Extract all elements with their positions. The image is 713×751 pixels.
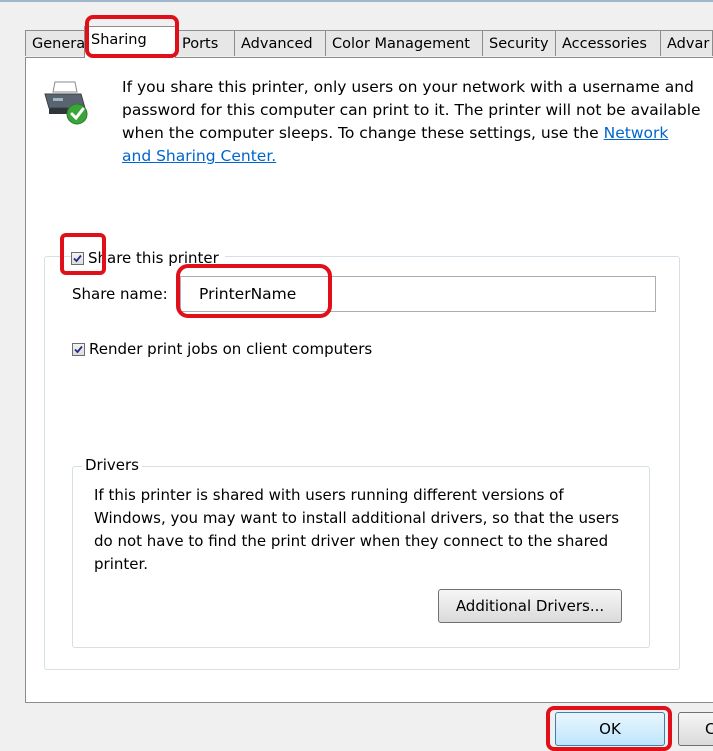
share-name-label: Share name: xyxy=(72,285,168,303)
render-jobs-label: Render print jobs on client computers xyxy=(89,340,373,358)
tab-color-management[interactable]: Color Management xyxy=(325,30,483,56)
sharing-intro-text: If you share this printer, only users on… xyxy=(122,76,702,168)
shared-printer-icon xyxy=(44,81,88,125)
ok-button[interactable]: OK xyxy=(555,712,665,746)
tab-general[interactable]: Genera xyxy=(25,30,85,56)
cancel-button[interactable]: C xyxy=(678,712,713,746)
share-printer-label: Share this printer xyxy=(88,249,219,267)
tab-label: Security xyxy=(489,36,549,52)
tab-accessories[interactable]: Accessories xyxy=(555,30,661,56)
tab-advanced[interactable]: Advanced xyxy=(234,30,326,56)
tab-label: Ports xyxy=(182,36,219,52)
tab-ports[interactable]: Ports xyxy=(175,30,235,56)
tab-advanced-more[interactable]: Advar xyxy=(660,30,713,56)
drivers-description: If this printer is shared with users run… xyxy=(94,486,620,573)
tab-security[interactable]: Security xyxy=(482,30,556,56)
share-name-input[interactable]: PrinterName xyxy=(180,276,656,312)
share-printer-checkbox[interactable] xyxy=(71,251,84,265)
tab-label: Advanced xyxy=(241,36,313,52)
tab-label: Color Management xyxy=(332,36,470,52)
additional-drivers-button[interactable]: Additional Drivers... xyxy=(438,589,622,623)
tab-sharing[interactable]: Sharing xyxy=(84,26,176,58)
tab-label: Sharing xyxy=(91,32,147,48)
window-top-border xyxy=(0,0,713,2)
tab-strip: Genera Sharing Ports Advanced Color Mana… xyxy=(25,26,713,58)
sharing-panel: If you share this printer, only users on… xyxy=(25,57,713,703)
drivers-group-title: Drivers xyxy=(82,456,142,474)
render-jobs-checkbox[interactable] xyxy=(72,342,85,356)
tab-label: Accessories xyxy=(562,36,647,52)
share-printer-row[interactable]: Share this printer xyxy=(71,248,225,268)
render-jobs-row[interactable]: Render print jobs on client computers xyxy=(72,340,372,358)
tab-label: Genera xyxy=(32,36,85,52)
tab-label: Advar xyxy=(667,36,710,52)
checkmark-icon xyxy=(74,345,83,353)
checkmark-icon xyxy=(73,254,82,262)
